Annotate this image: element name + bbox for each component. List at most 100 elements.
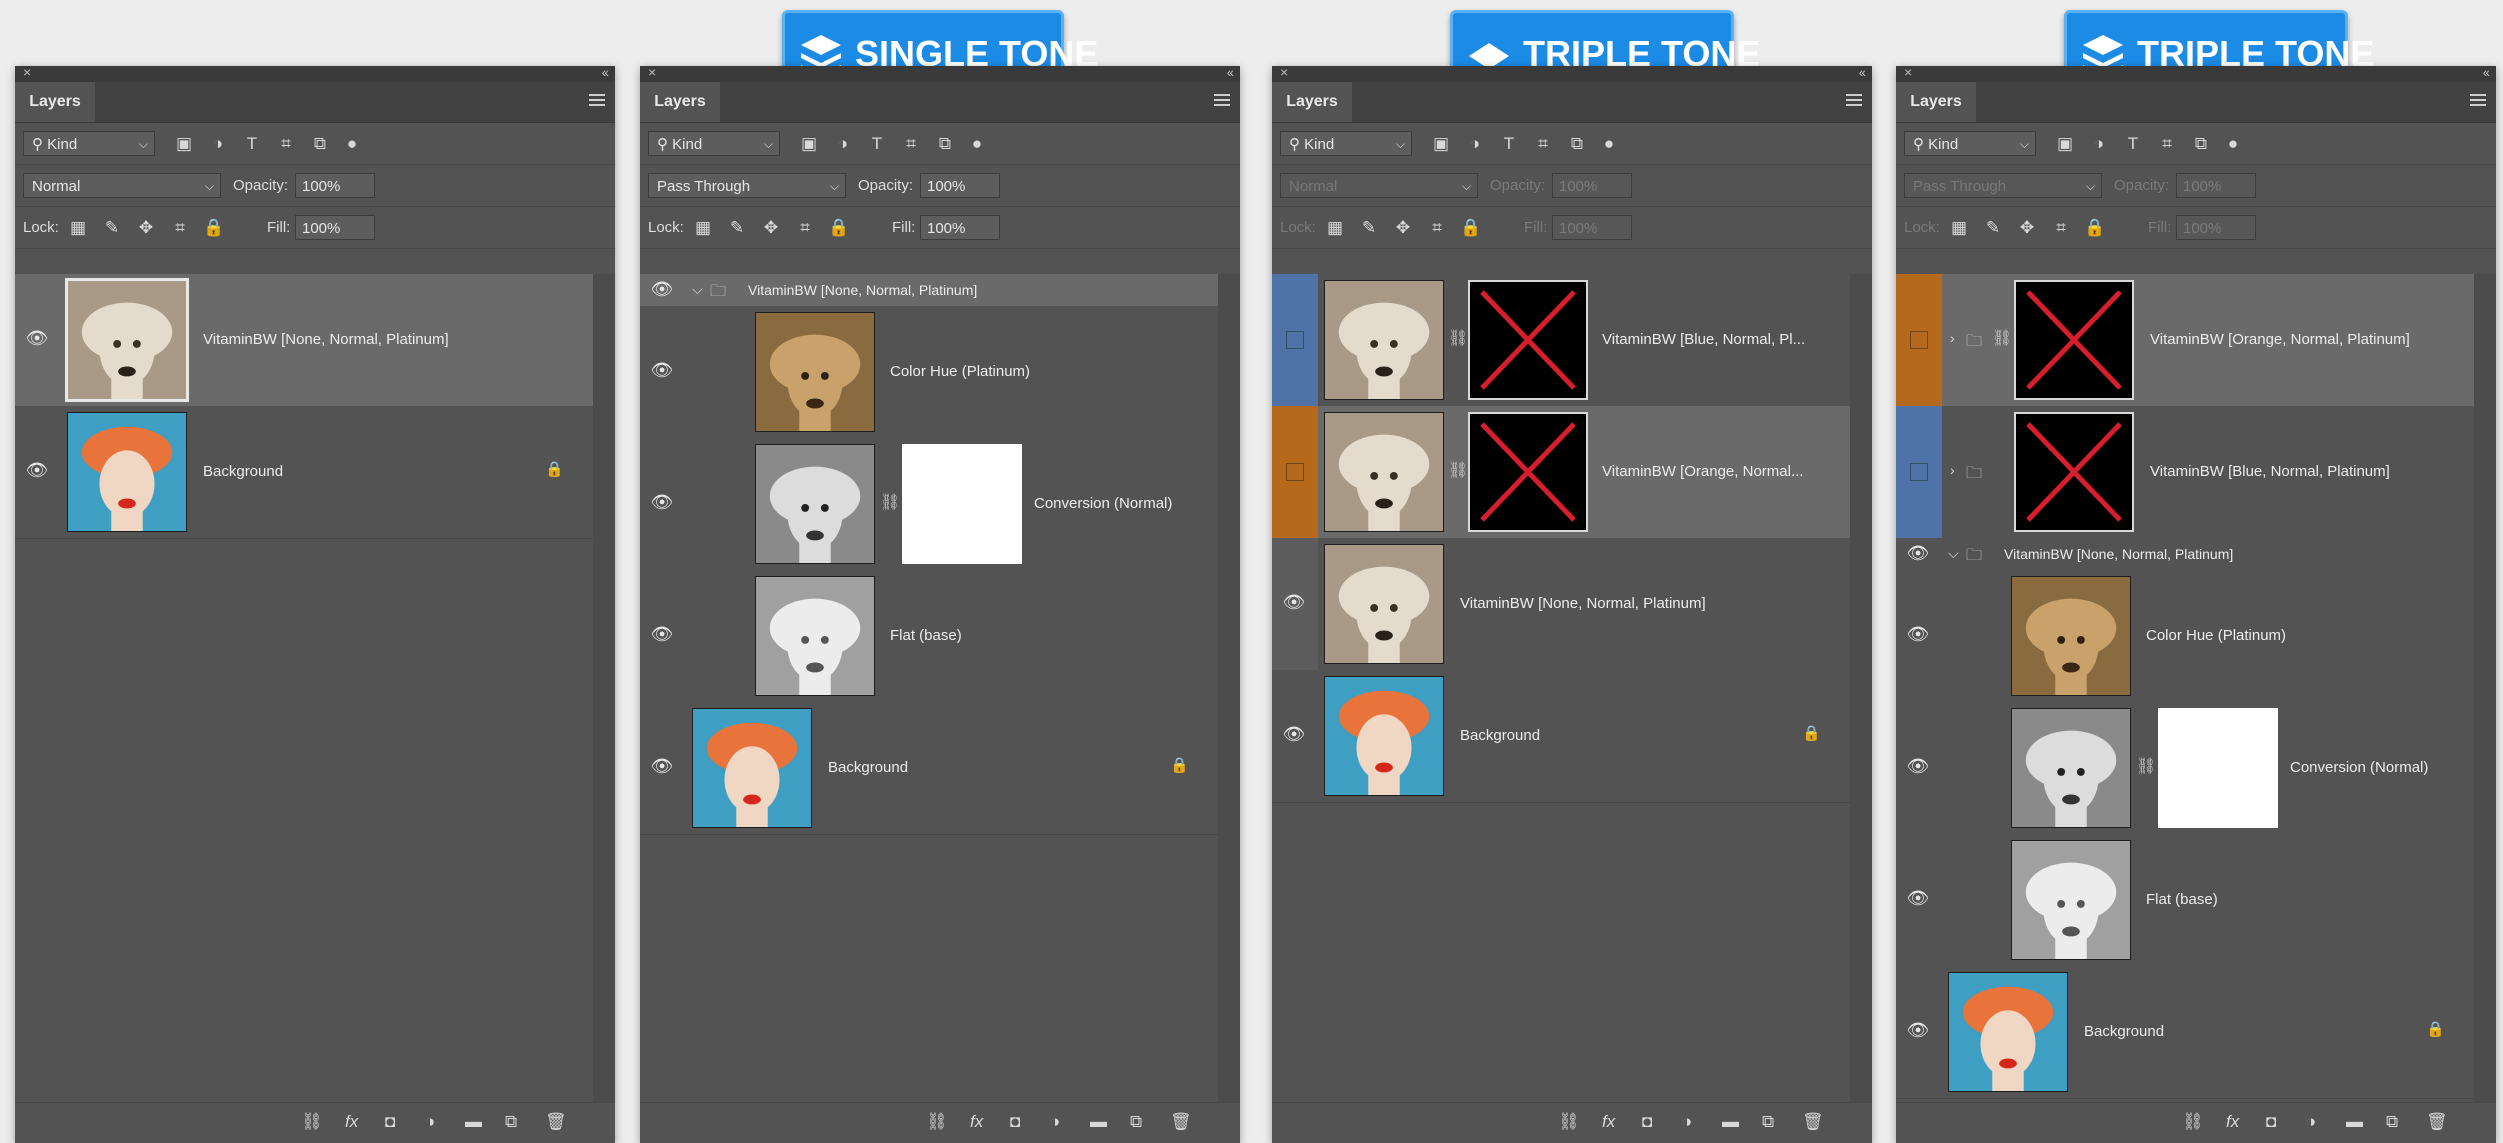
panel-menu-icon[interactable]	[2470, 94, 2486, 106]
layer-name[interactable]: Flat (base)	[2146, 891, 2218, 908]
trash-icon[interactable]: 🗑	[2426, 1112, 2448, 1132]
layer-row[interactable]: 👁 VitaminBW [None, Normal, Platinum]	[15, 274, 593, 407]
layer-name[interactable]: Background	[1460, 727, 1540, 744]
tab-layers[interactable]: Layers	[640, 82, 720, 122]
fill-field[interactable]: 100%	[295, 215, 375, 240]
layer-name[interactable]: Color Hue (Platinum)	[2146, 627, 2286, 644]
lock-transparent-icon[interactable]: ▦	[67, 217, 89, 239]
lock-transparent-icon[interactable]: ▦	[1324, 217, 1346, 239]
tab-layers[interactable]: Layers	[15, 82, 95, 122]
group-name[interactable]: VitaminBW [None, Normal, Platinum]	[748, 282, 977, 298]
add-mask-icon[interactable]: ◘	[385, 1112, 395, 1132]
adjustment-filter-icon[interactable]: ◑	[832, 133, 854, 155]
lock-pixels-icon[interactable]: ✎	[101, 217, 123, 239]
lock-position-icon[interactable]: ✥	[760, 217, 782, 239]
group-mask-thumbnail[interactable]	[2014, 412, 2134, 532]
lock-pixels-icon[interactable]: ✎	[1982, 217, 2004, 239]
layer-row[interactable]: 👁 ⛓ Conversion (Normal)	[1896, 702, 2474, 835]
layer-name[interactable]: VitaminBW [None, Normal, Platinum]	[203, 331, 449, 348]
layer-mask-thumbnail[interactable]	[1468, 412, 1588, 532]
close-icon[interactable]: ×	[23, 66, 31, 80]
shape-filter-icon[interactable]: ⌗	[900, 133, 922, 155]
close-icon[interactable]: ×	[648, 66, 656, 80]
group-mask-thumbnail[interactable]	[2014, 280, 2134, 400]
new-group-icon[interactable]: ▬	[1090, 1112, 1107, 1132]
panel-menu-icon[interactable]	[1846, 94, 1862, 106]
shape-filter-icon[interactable]: ⌗	[1532, 133, 1554, 155]
layer-name[interactable]: Conversion (Normal)	[1034, 495, 1172, 512]
new-layer-icon[interactable]: ⧉	[1130, 1112, 1142, 1132]
layer-row[interactable]: 👁 Color Hue (Platinum)	[1896, 570, 2474, 703]
layer-row[interactable]: 👁 Background 🔒	[15, 406, 593, 539]
group-row[interactable]: › 🗀 VitaminBW [Blue, Normal, Platinum]	[1896, 406, 2474, 539]
chevron-down-icon[interactable]: ⌵	[1948, 545, 1959, 562]
group-name[interactable]: VitaminBW [None, Normal, Platinum]	[2004, 546, 2233, 562]
visibility-checkbox[interactable]	[1286, 331, 1304, 349]
lock-artboard-icon[interactable]: ⌗	[169, 217, 191, 239]
lock-position-icon[interactable]: ✥	[1392, 217, 1414, 239]
layer-name[interactable]: Conversion (Normal)	[2290, 759, 2428, 776]
collapse-icon[interactable]: ‹‹	[1227, 66, 1234, 80]
lock-all-icon[interactable]: 🔒	[1460, 217, 1482, 239]
lock-all-icon[interactable]: 🔒	[828, 217, 850, 239]
layer-name[interactable]: Background	[2084, 1023, 2164, 1040]
group-row[interactable]: 👁 ⌵ 🗀 VitaminBW [None, Normal, Platinum]	[640, 274, 1218, 307]
layer-row[interactable]: ⛓ VitaminBW [Blue, Normal, Pl...	[1272, 274, 1850, 407]
scrollbar[interactable]	[1850, 274, 1872, 1103]
layer-row[interactable]: 👁 Color Hue (Platinum)	[640, 306, 1218, 439]
kind-filter-dropdown[interactable]: ⚲ Kind ⌵	[23, 131, 155, 156]
eye-icon[interactable]: 👁	[1902, 1020, 1934, 1041]
layer-name[interactable]: Color Hue (Platinum)	[890, 363, 1030, 380]
layer-row[interactable]: 👁 Flat (base)	[1896, 834, 2474, 967]
filter-toggle-icon[interactable]: ●	[1598, 133, 1620, 155]
add-mask-icon[interactable]: ◘	[1010, 1112, 1020, 1132]
link-icon[interactable]: ⛓	[880, 492, 900, 512]
pixel-filter-icon[interactable]: ▣	[173, 133, 195, 155]
adjustment-layer-icon[interactable]: ◑	[1050, 1112, 1060, 1132]
trash-icon[interactable]: 🗑	[1170, 1112, 1192, 1132]
eye-icon[interactable]: 👁	[646, 360, 678, 381]
eye-icon[interactable]: 👁	[646, 756, 678, 777]
smart-object-filter-icon[interactable]: ⧉	[1566, 133, 1588, 155]
filter-toggle-icon[interactable]: ●	[966, 133, 988, 155]
filter-toggle-icon[interactable]: ●	[341, 133, 363, 155]
trash-icon[interactable]: 🗑	[1802, 1112, 1824, 1132]
eye-icon[interactable]: 👁	[1278, 592, 1310, 613]
kind-filter-dropdown[interactable]: ⚲ Kind ⌵	[1904, 131, 2036, 156]
layer-name[interactable]: VitaminBW [None, Normal, Platinum]	[1460, 595, 1706, 612]
link-layers-icon[interactable]: ⛓	[301, 1112, 323, 1132]
eye-icon[interactable]: 👁	[1278, 724, 1310, 745]
eye-icon[interactable]: 👁	[646, 624, 678, 645]
link-layers-icon[interactable]: ⛓	[1558, 1112, 1580, 1132]
layer-name[interactable]: Background	[203, 463, 283, 480]
link-layers-icon[interactable]: ⛓	[2182, 1112, 2204, 1132]
smart-object-filter-icon[interactable]: ⧉	[934, 133, 956, 155]
fx-icon[interactable]: fx	[345, 1112, 358, 1132]
layer-row[interactable]: 👁 Background 🔒	[1896, 966, 2474, 1099]
type-filter-icon[interactable]: T	[241, 133, 263, 155]
adjustment-filter-icon[interactable]: ◑	[1464, 133, 1486, 155]
chevron-right-icon[interactable]: ›	[1950, 330, 1955, 346]
new-group-icon[interactable]: ▬	[465, 1112, 482, 1132]
lock-artboard-icon[interactable]: ⌗	[2050, 217, 2072, 239]
kind-filter-dropdown[interactable]: ⚲ Kind ⌵	[1280, 131, 1412, 156]
trash-icon[interactable]: 🗑	[545, 1112, 567, 1132]
lock-position-icon[interactable]: ✥	[2016, 217, 2038, 239]
link-icon[interactable]: ⛓	[1448, 328, 1468, 348]
lock-position-icon[interactable]: ✥	[135, 217, 157, 239]
opacity-field[interactable]: 100%	[295, 173, 375, 198]
new-layer-icon[interactable]: ⧉	[505, 1112, 517, 1132]
lock-all-icon[interactable]: 🔒	[2084, 217, 2106, 239]
eye-icon[interactable]: 👁	[21, 328, 53, 349]
layer-mask-thumbnail[interactable]	[902, 444, 1022, 564]
lock-transparent-icon[interactable]: ▦	[692, 217, 714, 239]
new-group-icon[interactable]: ▬	[2346, 1112, 2363, 1132]
lock-artboard-icon[interactable]: ⌗	[794, 217, 816, 239]
lock-all-icon[interactable]: 🔒	[203, 217, 225, 239]
fill-field[interactable]: 100%	[920, 215, 1000, 240]
add-mask-icon[interactable]: ◘	[2266, 1112, 2276, 1132]
smart-object-filter-icon[interactable]: ⧉	[309, 133, 331, 155]
shape-filter-icon[interactable]: ⌗	[2156, 133, 2178, 155]
eye-icon[interactable]: 👁	[1902, 756, 1934, 777]
tab-layers[interactable]: Layers	[1896, 82, 1976, 122]
